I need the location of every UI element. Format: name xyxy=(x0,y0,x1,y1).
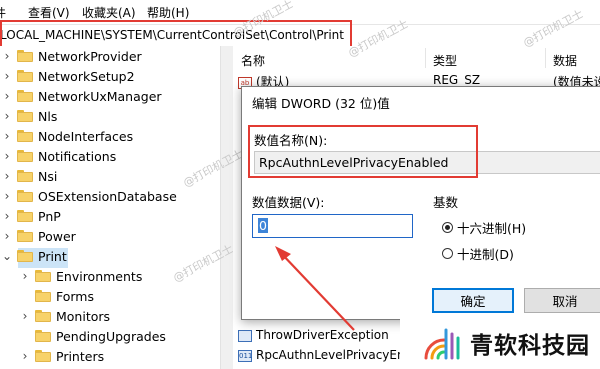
annotation-arrow xyxy=(275,246,355,331)
logo-icon xyxy=(424,328,460,360)
logo-text: 青软科技园 xyxy=(470,333,590,359)
site-logo: 青软科技园 xyxy=(400,317,600,369)
